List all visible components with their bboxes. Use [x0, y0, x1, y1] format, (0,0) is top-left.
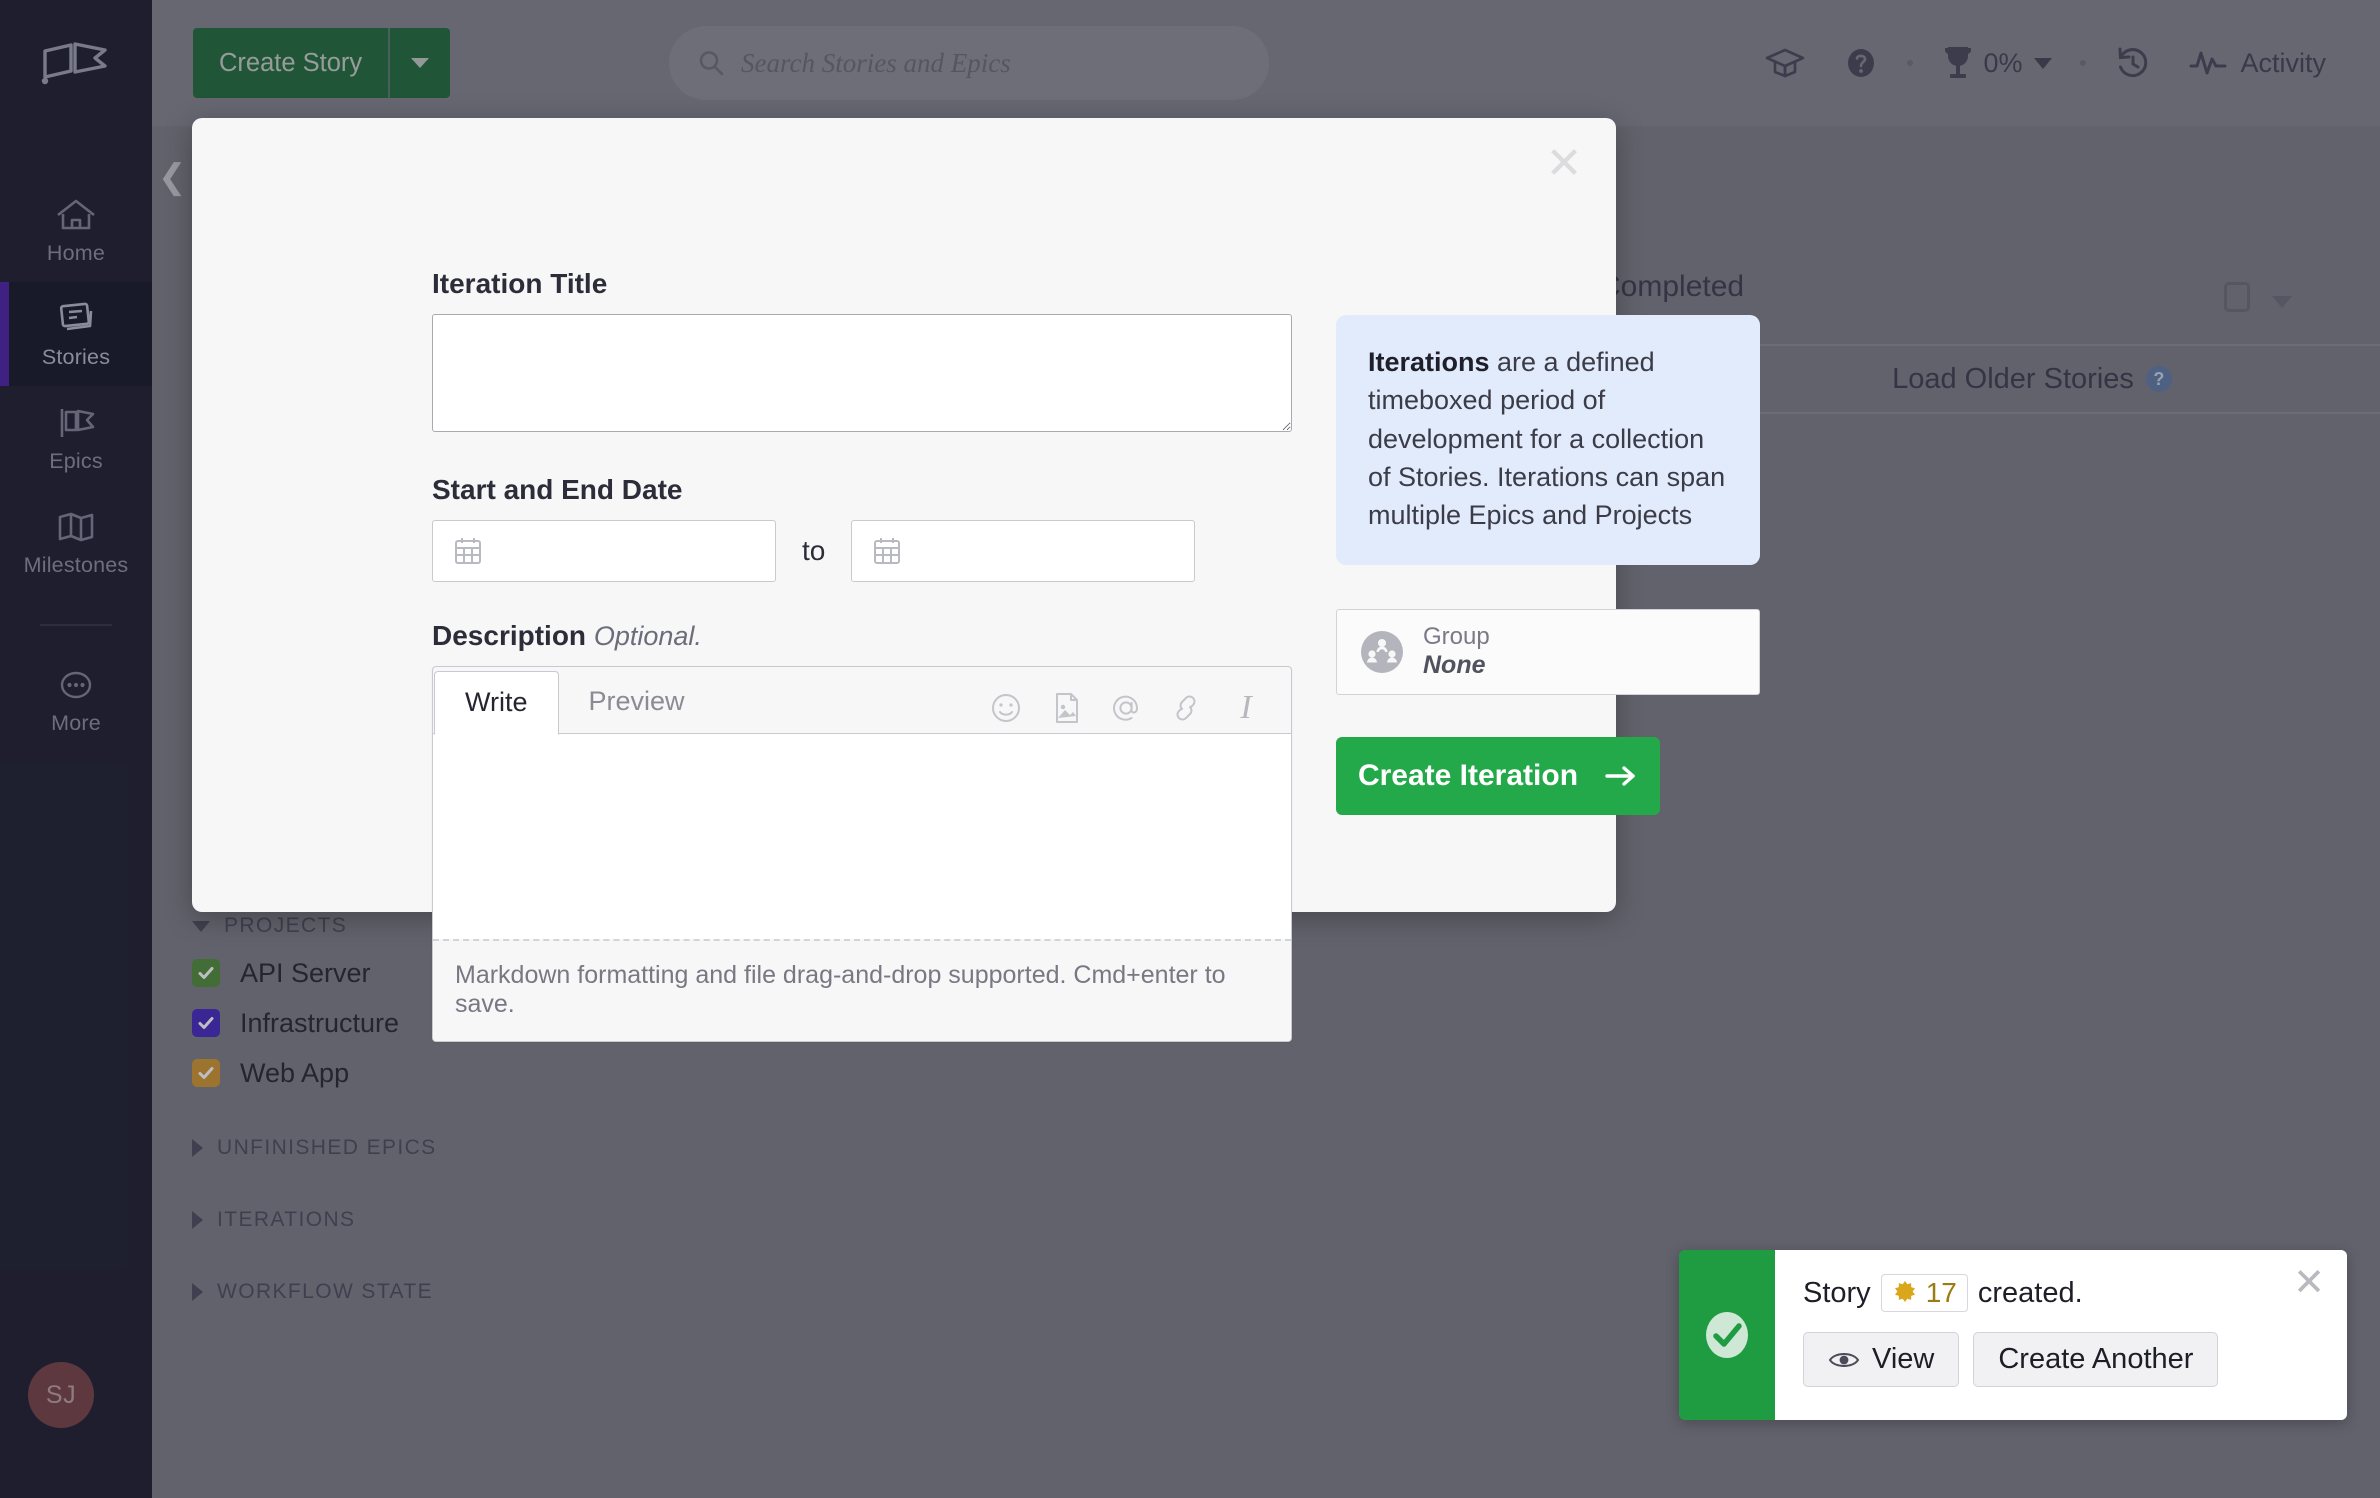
- dialog-left-column: Iteration Title Start and End Date to De…: [432, 268, 1292, 1042]
- create-another-button[interactable]: Create Another: [1973, 1332, 2219, 1387]
- group-selector-label: Group: [1423, 622, 1490, 650]
- description-optional-note: Optional.: [593, 621, 702, 651]
- story-id: 17: [1925, 1277, 1957, 1308]
- italic-icon[interactable]: I: [1229, 691, 1263, 725]
- editor-toolbar: I: [989, 691, 1291, 733]
- toast-notification: ✕ Story 17 created. View Create Another: [1679, 1250, 2347, 1420]
- eye-icon: [1828, 1348, 1860, 1372]
- end-date-input[interactable]: [851, 520, 1196, 582]
- group-selector-value: None: [1423, 651, 1486, 680]
- group-people-icon: [1359, 629, 1405, 675]
- check-circle-icon: [1699, 1307, 1755, 1363]
- dialog-right-column: Iterations are a defined timeboxed perio…: [1336, 315, 1760, 815]
- iteration-title-label: Iteration Title: [432, 268, 608, 299]
- date-section: Start and End Date to: [432, 474, 1292, 582]
- arrow-right-icon: [1604, 762, 1638, 790]
- description-label: Description Optional.: [432, 620, 1292, 652]
- toast-message: Story 17 created.: [1803, 1274, 2319, 1312]
- close-icon[interactable]: ✕: [1542, 142, 1586, 186]
- group-selector[interactable]: Group None: [1336, 608, 1760, 695]
- view-story-label: View: [1872, 1343, 1935, 1375]
- description-editor: Write Preview I Markdown formatting and …: [432, 666, 1292, 1042]
- description-label-text: Description: [432, 620, 587, 651]
- create-iteration-button[interactable]: Create Iteration: [1336, 736, 1660, 815]
- editor-tabs: Write Preview I: [433, 667, 1291, 735]
- editor-hint: Markdown formatting and file drag-and-dr…: [433, 939, 1291, 1041]
- toast-body: ✕ Story 17 created. View Create Another: [1775, 1250, 2347, 1420]
- toast-actions: View Create Another: [1803, 1332, 2319, 1387]
- info-box-lead: Iterations: [1368, 347, 1490, 377]
- toast-text-before: Story: [1803, 1276, 1871, 1309]
- iterations-info-box: Iterations are a defined timeboxed perio…: [1336, 315, 1760, 565]
- link-icon[interactable]: [1169, 691, 1203, 725]
- create-iteration-dialog: ✕ Iteration Title Start and End Date to …: [192, 118, 1760, 1042]
- date-row: to: [432, 520, 1292, 582]
- toast-status-strip: [1679, 1250, 1775, 1420]
- start-date-input[interactable]: [432, 520, 776, 582]
- story-id-chip[interactable]: 17: [1880, 1274, 1968, 1312]
- close-icon[interactable]: ✕: [2293, 1264, 2325, 1302]
- group-selector-text: Group None: [1423, 623, 1490, 681]
- image-attach-icon[interactable]: [1049, 691, 1083, 725]
- iteration-title-input[interactable]: [432, 314, 1292, 432]
- calendar-icon: [872, 535, 902, 567]
- description-textarea[interactable]: [433, 733, 1291, 939]
- at-mention-icon[interactable]: [1109, 691, 1143, 725]
- create-iteration-label: Create Iteration: [1357, 758, 1579, 792]
- tab-preview[interactable]: Preview: [559, 669, 715, 733]
- calendar-icon: [453, 535, 483, 567]
- emoji-smiley-icon[interactable]: [989, 691, 1023, 725]
- tab-write[interactable]: Write: [434, 670, 559, 735]
- create-another-label: Create Another: [1998, 1343, 2194, 1375]
- date-separator-label: to: [802, 535, 826, 566]
- toast-text-after: created.: [1977, 1276, 2083, 1309]
- start-end-date-label: Start and End Date: [432, 474, 683, 505]
- view-story-button[interactable]: View: [1803, 1332, 1960, 1387]
- star-burst-icon: [1892, 1280, 1918, 1306]
- description-section: Description Optional. Write Preview I Ma…: [432, 620, 1292, 1042]
